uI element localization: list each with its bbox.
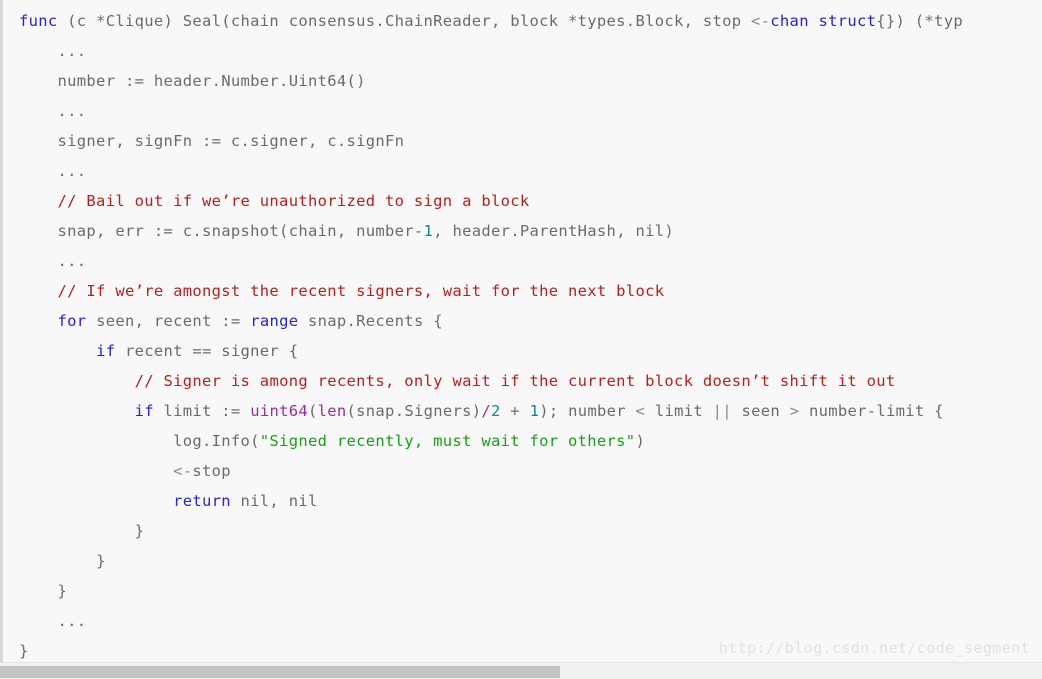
code-token: snap, err := c.snapshot(chain, number- bbox=[57, 222, 424, 240]
code-line: ... bbox=[3, 156, 963, 186]
code-token: <- bbox=[751, 12, 771, 30]
code-token: seen, recent := bbox=[86, 312, 251, 330]
code-token: + bbox=[500, 402, 530, 420]
code-token: func bbox=[19, 12, 58, 30]
code-token: ... bbox=[57, 42, 87, 60]
code-token: } bbox=[57, 582, 68, 600]
code-token: number-limit { bbox=[799, 402, 944, 420]
code-token: ... bbox=[57, 612, 87, 630]
code-token: ); number bbox=[539, 402, 636, 420]
code-line: for seen, recent := range snap.Recents { bbox=[3, 306, 963, 336]
code-snippet-viewport: func (c *Clique) Seal(chain consensus.Ch… bbox=[0, 0, 1042, 679]
code-token: ... bbox=[57, 102, 87, 120]
code-token: for bbox=[57, 312, 87, 330]
code-line: signer, signFn := c.signer, c.signFn bbox=[3, 126, 963, 156]
code-token: snap.Recents { bbox=[298, 312, 443, 330]
code-token: > bbox=[789, 402, 800, 420]
code-token: struct bbox=[818, 12, 877, 30]
code-line: if recent == signer { bbox=[3, 336, 963, 366]
code-line: return nil, nil bbox=[3, 486, 963, 516]
code-line: if limit := uint64(len(snap.Signers)/2 +… bbox=[3, 396, 963, 426]
code-line: ... bbox=[3, 36, 963, 66]
code-token: if bbox=[96, 342, 116, 360]
code-line: <-stop bbox=[3, 456, 963, 486]
code-token: limit := bbox=[153, 402, 251, 420]
code-token: } bbox=[134, 522, 145, 540]
horizontal-scrollbar-thumb[interactable] bbox=[0, 666, 560, 678]
code-line: ... bbox=[3, 246, 963, 276]
code-token: || bbox=[712, 402, 732, 420]
code-token: ... bbox=[57, 252, 87, 270]
code-line: number := header.Number.Uint64() bbox=[3, 66, 963, 96]
code-line: } bbox=[3, 546, 963, 576]
code-block[interactable]: func (c *Clique) Seal(chain consensus.Ch… bbox=[3, 0, 963, 662]
code-token: uint64 bbox=[250, 402, 308, 420]
horizontal-scrollbar[interactable] bbox=[0, 662, 1042, 679]
code-line: } bbox=[3, 516, 963, 546]
code-token: number := header.Number.Uint64() bbox=[57, 72, 366, 90]
code-line: func (c *Clique) Seal(chain consensus.Ch… bbox=[3, 6, 963, 36]
code-token: // Bail out if we’re unauthorized to sig… bbox=[57, 192, 530, 210]
code-line: ... bbox=[3, 606, 963, 636]
code-line: // Signer is among recents, only wait if… bbox=[3, 366, 963, 396]
code-token: len bbox=[317, 402, 347, 420]
code-token: chan bbox=[770, 12, 809, 30]
code-token: stop bbox=[192, 462, 231, 480]
code-token: 1 bbox=[423, 222, 434, 240]
code-token: "Signed recently, must wait for others" bbox=[259, 432, 636, 450]
code-line: log.Info("Signed recently, must wait for… bbox=[3, 426, 963, 456]
code-pane[interactable]: func (c *Clique) Seal(chain consensus.Ch… bbox=[0, 0, 1042, 662]
code-token: <- bbox=[173, 462, 193, 480]
code-token: / bbox=[481, 402, 492, 420]
code-token: limit bbox=[645, 402, 713, 420]
code-token: // Signer is among recents, only wait if… bbox=[134, 372, 896, 390]
code-token: < bbox=[635, 402, 646, 420]
code-token: 1 bbox=[529, 402, 540, 420]
code-token: nil, nil bbox=[230, 492, 318, 510]
code-token: // If we’re amongst the recent signers, … bbox=[57, 282, 665, 300]
code-token: (snap.Signers) bbox=[346, 402, 482, 420]
code-token: return bbox=[173, 492, 231, 510]
code-token: (c *Clique) Seal(chain consensus.ChainRe… bbox=[57, 12, 752, 30]
code-line: } bbox=[3, 576, 963, 606]
code-line: snap, err := c.snapshot(chain, number-1,… bbox=[3, 216, 963, 246]
code-token: 2 bbox=[491, 402, 501, 420]
code-line: // If we’re amongst the recent signers, … bbox=[3, 276, 963, 306]
code-token: ... bbox=[57, 162, 87, 180]
code-line: ... bbox=[3, 96, 963, 126]
code-line: // Bail out if we’re unauthorized to sig… bbox=[3, 186, 963, 216]
code-token: range bbox=[250, 312, 299, 330]
code-token: } bbox=[19, 642, 29, 660]
code-token: log.Info( bbox=[173, 432, 260, 450]
code-token: } bbox=[96, 552, 106, 570]
code-token: signer, signFn := c.signer, c.signFn bbox=[57, 132, 405, 150]
code-token: {}) (*typ bbox=[876, 12, 963, 30]
code-token: ) bbox=[635, 432, 646, 450]
watermark-url: http://blog.csdn.net/code_segment bbox=[718, 639, 1030, 657]
code-token: if bbox=[134, 402, 154, 420]
code-token: recent == signer { bbox=[115, 342, 299, 360]
code-token: seen bbox=[731, 402, 790, 420]
code-token: , header.ParentHash, nil) bbox=[433, 222, 674, 240]
code-token: ( bbox=[307, 402, 318, 420]
